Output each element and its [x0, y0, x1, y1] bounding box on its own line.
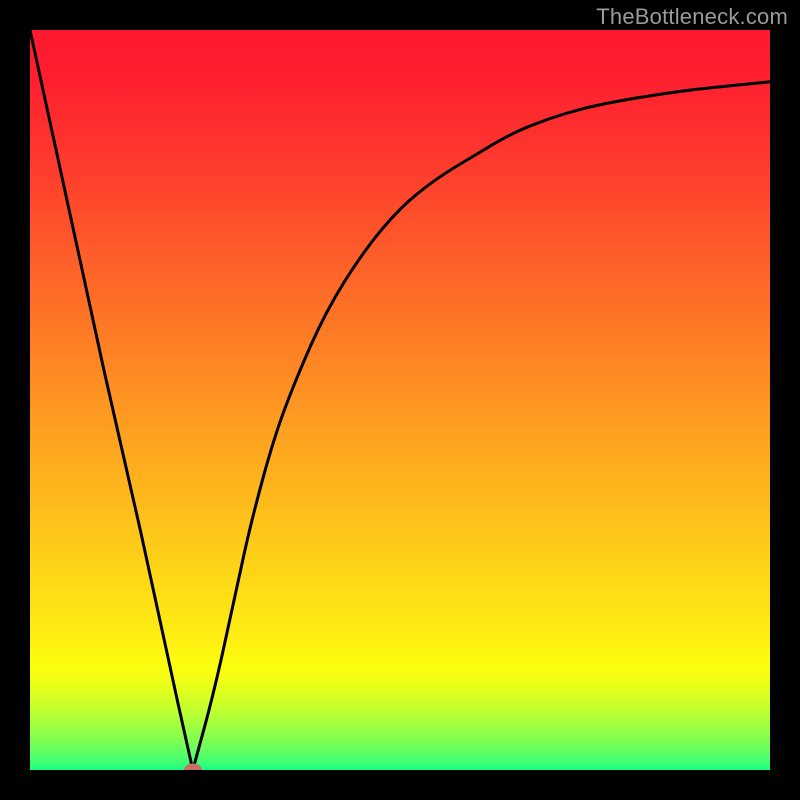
curve-path [30, 30, 770, 770]
plot-area [30, 30, 770, 770]
watermark-text: TheBottleneck.com [596, 4, 788, 30]
min-point-marker [184, 764, 202, 771]
chart-frame: TheBottleneck.com [0, 0, 800, 800]
chart-curve [30, 30, 770, 770]
